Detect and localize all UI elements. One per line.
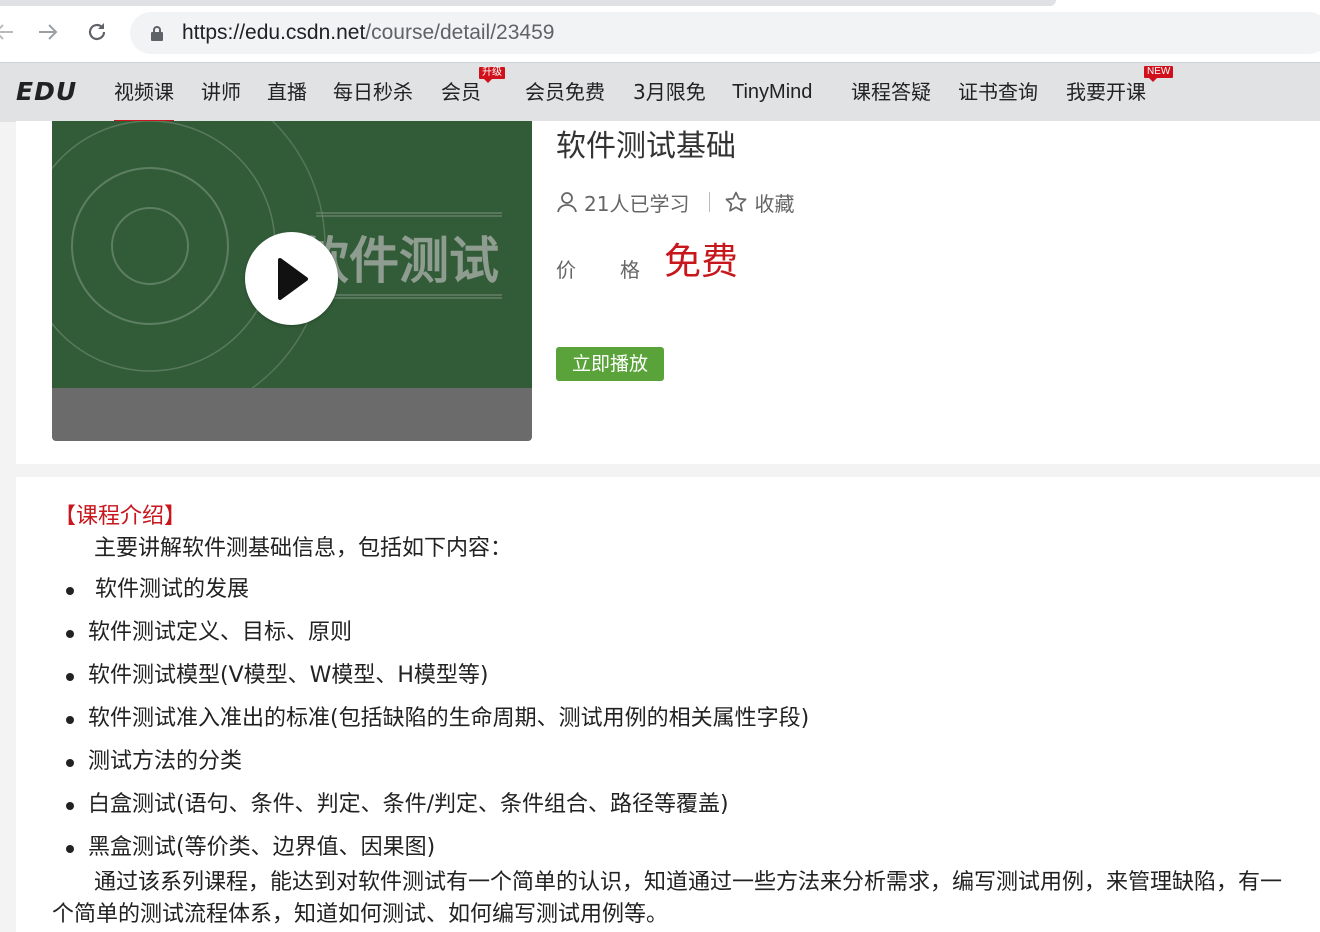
reload-icon[interactable]	[83, 18, 111, 46]
browser-toolbar: https://edu.csdn.net/course/detail/23459	[0, 0, 1320, 62]
star-icon	[724, 190, 748, 214]
price-label-char-2: 格	[620, 258, 640, 282]
browser-tab-strip	[0, 0, 1056, 6]
meta-divider	[709, 192, 711, 212]
play-now-button[interactable]: 立即播放	[556, 347, 664, 381]
list-item: 白盒测试(语句、条件、判定、条件/判定、条件组合、路径等覆盖)	[16, 790, 809, 833]
upgrade-badge: 升级	[479, 67, 505, 83]
back-icon[interactable]	[0, 18, 18, 46]
nav-item-start-course[interactable]: 我要开课 NEW	[1066, 66, 1174, 106]
favorite-button[interactable]: 收藏	[724, 188, 794, 217]
list-item: 软件测试模型(V模型、W模型、H模型等)	[16, 661, 809, 704]
user-icon	[556, 191, 578, 213]
nav-item-course-qa[interactable]: 课程答疑	[851, 78, 931, 106]
intro-topic-list: 软件测试的发展 软件测试定义、目标、原则 软件测试模型(V模型、W模型、H模型等…	[16, 575, 809, 876]
list-item: 软件测试定义、目标、原则	[16, 618, 809, 661]
intro-closing: 通过该系列课程，能达到对软件测试有一个简单的认识，知道通过一些方法来分析需求，编…	[52, 870, 1283, 927]
course-meta: 21人已学习 收藏	[556, 187, 794, 217]
url-path: /course/detail/23459	[365, 21, 555, 44]
course-header-card: 软件测试 软件测试基础 21人已学习 收藏 价格 免费 立即播放	[16, 121, 1320, 464]
course-title: 软件测试基础	[556, 129, 736, 164]
intro-heading: 【课程介绍】	[54, 504, 187, 529]
nav-item-membership[interactable]: 会员 升级	[441, 67, 505, 106]
price-value: 免费	[664, 240, 738, 283]
list-item: 软件测试准入准出的标准(包括缺陷的生命周期、测试用例的相关属性字段)	[16, 704, 809, 747]
nav-item-tinymind[interactable]: TinyMind	[732, 78, 812, 106]
new-badge: NEW	[1144, 66, 1174, 82]
lock-icon	[150, 25, 164, 46]
nav-item-video-course[interactable]: 视频课	[114, 78, 174, 123]
learner-count: 21人已学习	[584, 191, 690, 216]
play-button[interactable]	[245, 232, 338, 325]
nav-item-membership-label: 会员	[441, 80, 481, 104]
list-item: 软件测试的发展	[16, 575, 809, 618]
nav-item-daily-flash-sale[interactable]: 每日秒杀	[333, 78, 413, 106]
nav-item-march-free[interactable]: 3月限免	[633, 78, 706, 106]
address-bar[interactable]: https://edu.csdn.net/course/detail/23459	[130, 12, 1320, 54]
url-text: https://edu.csdn.net/course/detail/23459	[182, 20, 554, 46]
forward-icon[interactable]	[34, 18, 62, 46]
edu-logo[interactable]: EDU	[16, 77, 77, 106]
nav-item-lecturer[interactable]: 讲师	[201, 78, 241, 106]
nav-item-member-free[interactable]: 会员免费	[525, 78, 605, 106]
price-label: 价格	[556, 254, 640, 283]
intro-lead: 主要讲解软件测基础信息，包括如下内容：	[94, 536, 513, 561]
nav-item-start-course-label: 我要开课	[1066, 80, 1146, 104]
nav-item-certificate-query[interactable]: 证书查询	[958, 78, 1038, 106]
price-label-char-1: 价	[556, 258, 576, 282]
favorite-label: 收藏	[754, 191, 795, 216]
url-host: https://edu.csdn.net	[182, 21, 366, 44]
nav-item-live[interactable]: 直播	[267, 78, 307, 106]
play-icon	[277, 257, 308, 300]
course-cover[interactable]: 软件测试	[52, 121, 532, 441]
list-item: 测试方法的分类	[16, 747, 809, 790]
site-nav: EDU 视频课 讲师 直播 每日秒杀 会员 升级 会员免费 3月限免 TinyM…	[0, 62, 1320, 123]
course-intro: 【课程介绍】 主要讲解软件测基础信息，包括如下内容： 软件测试的发展 软件测试定…	[16, 477, 1320, 932]
